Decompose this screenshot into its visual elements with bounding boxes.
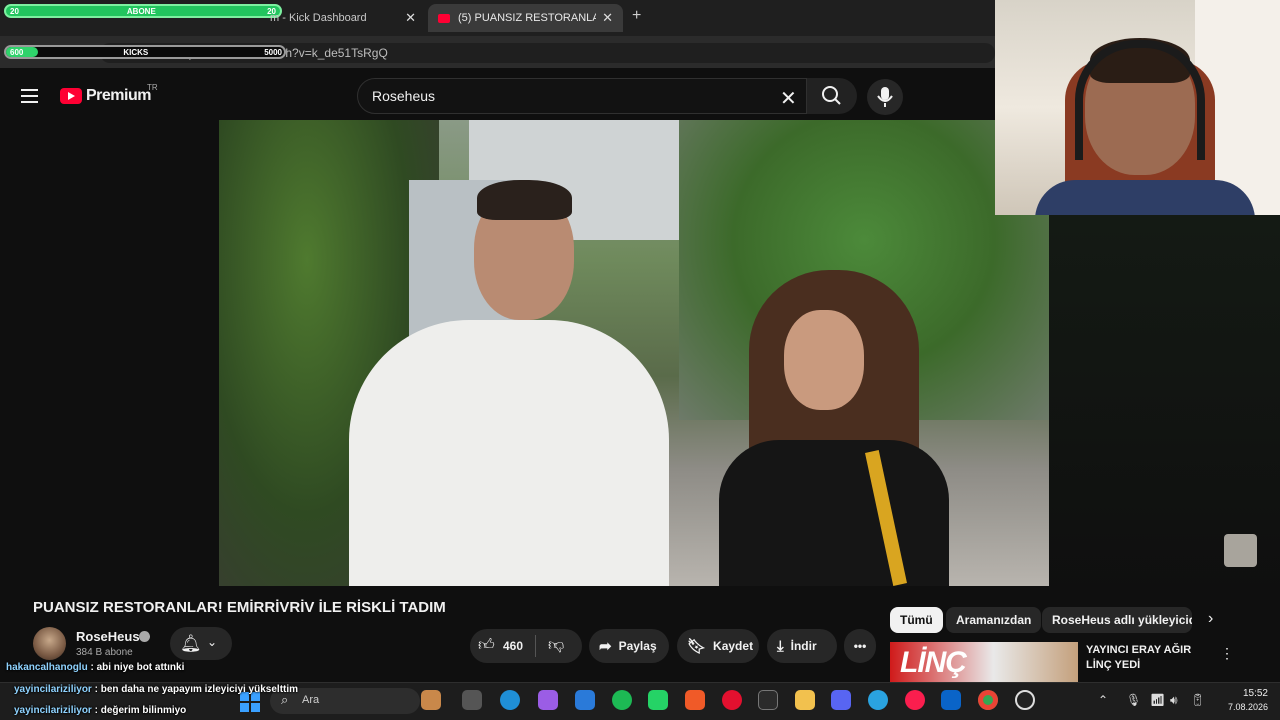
share-button[interactable]: ➦ Paylaş	[589, 629, 669, 663]
windows-start-icon[interactable]	[240, 692, 260, 712]
video-person-man	[349, 320, 669, 586]
like-icon[interactable]: 👍︎	[478, 636, 495, 655]
channel-name[interactable]: RoseHeus	[76, 629, 140, 644]
chat-message: yayincilariziliyor : değerim bilinmiyo	[14, 705, 186, 716]
subscriber-count: 384 B abone	[76, 647, 133, 658]
search-button[interactable]	[807, 78, 857, 114]
streamer-webcam	[995, 0, 1280, 215]
chevron-right-icon[interactable]: ›	[1208, 610, 1213, 628]
headset-icon	[1075, 40, 1205, 160]
clock-time[interactable]: 15:52	[1222, 688, 1268, 699]
chat-message: yayincilariziliyor : ben daha ne yapayım…	[14, 684, 298, 695]
like-count[interactable]: 460	[503, 639, 523, 653]
chat-username: yayincilariziliyor	[14, 684, 92, 695]
discord-icon[interactable]	[831, 690, 851, 710]
share-icon: ➦	[599, 638, 612, 655]
hamburger-menu-icon[interactable]	[21, 89, 38, 103]
kicks-goal-bar: 600 KICKS 5000	[4, 45, 286, 59]
video-title: PUANSIZ RESTORANLAR! EMİRRİVRİV İLE RİSK…	[33, 599, 446, 616]
microphone-icon[interactable]: 🎙︎	[1126, 693, 1141, 707]
tab-label: m - Kick Dashboard	[270, 12, 367, 24]
chat-text: : abi niye bot attınki	[87, 662, 185, 673]
chat-message: hakancalhanoglu : abi niye bot attınki	[6, 662, 184, 673]
edge-icon[interactable]	[500, 690, 520, 710]
chat-username: hakancalhanoglu	[6, 662, 88, 673]
obs-icon[interactable]	[1015, 690, 1035, 710]
microphone-icon	[877, 87, 893, 107]
taskbar-search-placeholder: Ara	[302, 694, 320, 706]
volume-icon[interactable]: 🔊︎	[1170, 693, 1178, 708]
visual-studio-icon[interactable]	[575, 690, 595, 710]
channel-avatar[interactable]	[33, 627, 66, 660]
chevron-up-icon[interactable]: ⌃	[1098, 693, 1108, 707]
chrome-icon[interactable]	[978, 690, 998, 710]
widgets-app-icon[interactable]	[421, 690, 441, 710]
download-button[interactable]: ⤓ İndir	[767, 629, 837, 663]
chip-all[interactable]: Tümü	[890, 607, 943, 633]
video-player[interactable]	[219, 120, 1049, 586]
close-icon[interactable]: ✕	[602, 10, 613, 26]
chat-text: : ben daha ne yapayım izleyiciyi yükselt…	[91, 684, 299, 695]
tab-label: (5) PUANSIZ RESTORANLAR! EM	[458, 12, 596, 24]
tab-kick-dashboard[interactable]: m - Kick Dashboard ✕	[260, 4, 426, 32]
more-actions-button[interactable]: •••	[844, 629, 876, 663]
region-label: TR	[147, 83, 158, 92]
save-button[interactable]: 🔖︎ Kaydet	[677, 629, 759, 663]
like-divider	[535, 635, 536, 657]
kicks-value: 600	[10, 47, 24, 57]
opera-gx-icon[interactable]	[905, 690, 925, 710]
chip-from-search[interactable]: Aramanızdan	[946, 607, 1042, 633]
overlay-thumbnail	[1224, 534, 1257, 567]
save-label: Kaydet	[713, 639, 754, 653]
tab-youtube-video[interactable]: (5) PUANSIZ RESTORANLAR! EM ✕	[428, 4, 623, 32]
brave-icon[interactable]	[685, 690, 705, 710]
more-icon: •••	[853, 639, 867, 653]
download-icon: ⤓	[777, 637, 784, 655]
spotify-icon[interactable]	[612, 690, 632, 710]
dislike-icon[interactable]: 👎︎	[548, 636, 564, 655]
battery-icon[interactable]: 🔋︎	[1190, 693, 1205, 707]
clear-search-icon[interactable]: ✕	[780, 86, 797, 111]
voice-search-button[interactable]	[867, 79, 903, 115]
opera-icon[interactable]	[722, 690, 742, 710]
search-icon	[822, 86, 841, 105]
kebab-menu-icon[interactable]: ⋮	[1220, 645, 1234, 662]
chevron-down-icon: ⌄	[207, 635, 218, 649]
whatsapp-icon[interactable]	[648, 690, 668, 710]
recommended-thumbnail-text: LİNÇ	[900, 646, 967, 679]
bookmark-icon: 🔖︎	[687, 638, 707, 655]
copilot-icon[interactable]	[538, 690, 558, 710]
clock-date[interactable]: 7.08.2026	[1212, 702, 1268, 712]
new-tab-button[interactable]: +	[632, 7, 641, 25]
chat-username: yayincilariziliyor	[14, 705, 92, 716]
chip-uploader[interactable]: RoseHeus adlı yükleyiciden	[1042, 607, 1192, 633]
telegram-icon[interactable]	[868, 690, 888, 710]
youtube-favicon-icon	[438, 13, 450, 23]
abone-left-count: 20	[10, 6, 19, 16]
kicks-goal: 5000	[264, 47, 282, 57]
youtube-brand[interactable]: Premium	[86, 87, 151, 105]
close-icon[interactable]: ✕	[405, 10, 416, 26]
download-label: İndir	[790, 639, 817, 653]
abone-label: ABONE	[126, 6, 156, 16]
recommended-title[interactable]: YAYINCI ERAY AĞIR LİNÇ YEDİ	[1086, 643, 1206, 673]
outlook-icon[interactable]	[941, 690, 961, 710]
chat-text: : değerim bilinmiyo	[91, 705, 187, 716]
search-query: Roseheus	[372, 88, 436, 104]
kicks-label: KICKS	[123, 47, 149, 57]
subscriber-goal-bar: 20 ABONE 20	[4, 4, 282, 18]
bell-icon: 🔔︎	[180, 634, 202, 653]
task-view-icon[interactable]	[462, 690, 482, 710]
file-explorer-icon[interactable]	[795, 690, 815, 710]
share-label: Paylaş	[618, 639, 657, 653]
youtube-logo-icon[interactable]	[60, 88, 82, 104]
verified-icon	[139, 631, 150, 642]
game-app-icon[interactable]	[758, 690, 778, 710]
wifi-icon[interactable]: 📶︎	[1150, 693, 1165, 707]
